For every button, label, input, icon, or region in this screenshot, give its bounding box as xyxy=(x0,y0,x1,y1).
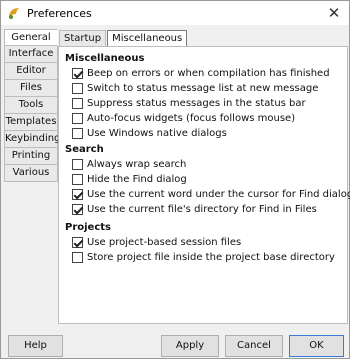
apply-button[interactable]: Apply xyxy=(161,335,219,357)
checkbox[interactable] xyxy=(72,174,83,185)
checkbox[interactable] xyxy=(72,237,83,248)
option-current-word[interactable]: Use the current word under the cursor fo… xyxy=(72,188,350,201)
option-store-project-file[interactable]: Store project file inside the project ba… xyxy=(72,251,335,264)
sidebar-item-keybindings[interactable]: Keybindings xyxy=(4,131,66,148)
checkbox[interactable] xyxy=(72,128,83,139)
option-project-session[interactable]: Use project-based session files xyxy=(72,236,241,249)
checkbox[interactable] xyxy=(72,68,83,79)
sidebar-item-general[interactable]: General xyxy=(4,29,58,46)
option-beep-on-errors[interactable]: Beep on errors or when compilation has f… xyxy=(72,67,330,80)
dialog-footer: Help Apply Cancel OK xyxy=(1,331,349,359)
sidebar-item-files[interactable]: Files xyxy=(4,80,58,97)
category-sidebar: General Interface Editor Files Tools Tem… xyxy=(4,29,66,182)
ok-button[interactable]: OK xyxy=(289,335,344,357)
option-switch-status-list[interactable]: Switch to status message list at new mes… xyxy=(72,82,318,95)
title-bar: Preferences ✕ xyxy=(1,1,349,25)
option-auto-focus[interactable]: Auto-focus widgets (focus follows mouse) xyxy=(72,112,295,125)
preferences-window: Preferences ✕ General Interface Editor F… xyxy=(0,0,350,359)
section-title-miscellaneous: Miscellaneous xyxy=(65,53,145,64)
checkbox[interactable] xyxy=(72,98,83,109)
sidebar-item-editor[interactable]: Editor xyxy=(4,63,58,80)
section-title-search: Search xyxy=(65,144,104,155)
sub-tabs: Startup Miscellaneous xyxy=(59,30,188,47)
option-hide-find[interactable]: Hide the Find dialog xyxy=(72,173,187,186)
options-panel: Miscellaneous Beep on errors or when com… xyxy=(58,46,350,324)
app-icon xyxy=(9,8,19,19)
checkbox[interactable] xyxy=(72,252,83,263)
tab-startup[interactable]: Startup xyxy=(59,30,107,47)
checkbox[interactable] xyxy=(72,189,83,200)
cancel-button[interactable]: Cancel xyxy=(225,335,283,357)
option-current-dir[interactable]: Use the current file's directory for Fin… xyxy=(72,203,317,216)
sidebar-item-templates[interactable]: Templates xyxy=(4,114,58,131)
option-wrap-search[interactable]: Always wrap search xyxy=(72,158,186,171)
option-suppress-status[interactable]: Suppress status messages in the status b… xyxy=(72,97,306,110)
sidebar-item-printing[interactable]: Printing xyxy=(4,148,58,165)
help-button[interactable]: Help xyxy=(8,335,63,357)
checkbox[interactable] xyxy=(72,204,83,215)
checkbox[interactable] xyxy=(72,113,83,124)
checkbox[interactable] xyxy=(72,159,83,170)
sidebar-item-tools[interactable]: Tools xyxy=(4,97,58,114)
sidebar-item-various[interactable]: Various xyxy=(4,165,58,182)
checkbox[interactable] xyxy=(72,83,83,94)
window-title: Preferences xyxy=(27,6,92,20)
close-icon[interactable]: ✕ xyxy=(325,4,343,22)
section-title-projects: Projects xyxy=(65,222,112,233)
sidebar-item-interface[interactable]: Interface xyxy=(4,46,58,63)
tab-miscellaneous[interactable]: Miscellaneous xyxy=(107,30,188,47)
option-native-dialogs[interactable]: Use Windows native dialogs xyxy=(72,127,227,140)
